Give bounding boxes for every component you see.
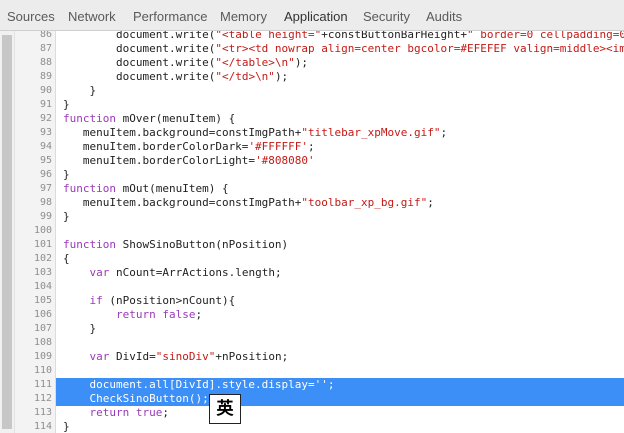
line-number: 95	[39, 155, 52, 166]
code-line[interactable]: 106 return false;	[0, 308, 624, 322]
code-text[interactable]: return true;	[56, 406, 624, 420]
code-line[interactable]: 101 function ShowSinoButton(nPosition)	[0, 238, 624, 252]
code-line[interactable]: 112 CheckSinoButton();	[0, 392, 624, 406]
code-line[interactable]: 97 function mOut(menuItem) {	[0, 182, 624, 196]
code-text[interactable]: ​	[56, 336, 624, 350]
code-text[interactable]: menuItem.borderColorDark='#FFFFFF';	[56, 140, 624, 154]
tab-network[interactable]: Network	[68, 0, 116, 31]
code-line[interactable]: 102 {	[0, 252, 624, 266]
line-number: 103	[33, 267, 52, 278]
code-text[interactable]: }	[56, 322, 624, 336]
line-number: 91	[39, 99, 52, 110]
code-line[interactable]: 105 if (nPosition>nCount){	[0, 294, 624, 308]
code-text[interactable]: function mOut(menuItem) {	[56, 182, 624, 196]
code-line[interactable]: 86 document.write("<table height="+const…	[0, 31, 624, 42]
code-line[interactable]: 111 document.all[DivId].style.display=''…	[0, 378, 624, 392]
line-number: 86	[39, 31, 52, 40]
code-line[interactable]: 103 var nCount=ArrActions.length;	[0, 266, 624, 280]
code-line[interactable]: 113 return true;	[0, 406, 624, 420]
code-text[interactable]: menuItem.background=constImgPath+"toolba…	[56, 196, 624, 210]
line-number: 110	[33, 365, 52, 376]
code-text[interactable]: document.all[DivId].style.display='';	[56, 378, 624, 392]
code-text[interactable]: if (nPosition>nCount){	[56, 294, 624, 308]
tab-application[interactable]: Application	[284, 0, 348, 31]
line-number: 101	[33, 239, 52, 250]
line-number: 111	[33, 379, 52, 390]
line-number: 88	[39, 57, 52, 68]
code-line[interactable]: 95 menuItem.borderColorLight='#808080'	[0, 154, 624, 168]
code-text[interactable]: var nCount=ArrActions.length;	[56, 266, 624, 280]
line-number: 92	[39, 113, 52, 124]
code-text[interactable]: }	[56, 210, 624, 224]
code-text[interactable]: menuItem.background=constImgPath+"titleb…	[56, 126, 624, 140]
code-text[interactable]: function mOver(menuItem) {	[56, 112, 624, 126]
line-number: 113	[33, 407, 52, 418]
code-line[interactable]: 110 ​	[0, 364, 624, 378]
code-text[interactable]: ​	[56, 364, 624, 378]
line-number: 104	[33, 281, 52, 292]
line-number: 90	[39, 85, 52, 96]
code-line[interactable]: 89 document.write("</td>\n");	[0, 70, 624, 84]
code-editor[interactable]: 86 document.write("<table height="+const…	[0, 31, 624, 433]
code-text[interactable]: return false;	[56, 308, 624, 322]
code-text[interactable]: document.write("</td>\n");	[56, 70, 624, 84]
code-text[interactable]: }	[56, 84, 624, 98]
code-text[interactable]: document.write("<table height="+constBut…	[56, 31, 624, 42]
code-text[interactable]: }	[56, 420, 624, 433]
code-text[interactable]: ​	[56, 224, 624, 238]
code-text[interactable]: ​	[56, 280, 624, 294]
code-line[interactable]: 100 ​	[0, 224, 624, 238]
code-line[interactable]: 99}	[0, 210, 624, 224]
line-number: 99	[39, 211, 52, 222]
line-number: 102	[33, 253, 52, 264]
line-number: 109	[33, 351, 52, 362]
tab-audits[interactable]: Audits	[426, 0, 462, 31]
tab-security[interactable]: Security	[363, 0, 410, 31]
line-number: 98	[39, 197, 52, 208]
code-text[interactable]: var DivId="sinoDiv"+nPosition;	[56, 350, 624, 364]
code-text[interactable]: }	[56, 168, 624, 182]
code-line[interactable]: 104 ​	[0, 280, 624, 294]
tab-performance[interactable]: Performance	[133, 0, 207, 31]
code-line[interactable]: 88 document.write("</table>\n");	[0, 56, 624, 70]
code-text[interactable]: {	[56, 252, 624, 266]
line-number: 89	[39, 71, 52, 82]
code-text[interactable]: document.write("</table>\n");	[56, 56, 624, 70]
code-text[interactable]: document.write("<tr><td nowrap align=cen…	[56, 42, 624, 56]
code-text[interactable]: menuItem.borderColorLight='#808080'	[56, 154, 624, 168]
ime-language-indicator[interactable]: 英	[209, 394, 241, 424]
line-number: 105	[33, 295, 52, 306]
code-line[interactable]: 114}	[0, 420, 624, 433]
code-line[interactable]: 98 menuItem.background=constImgPath+"too…	[0, 196, 624, 210]
line-number: 93	[39, 127, 52, 138]
code-line[interactable]: 96}	[0, 168, 624, 182]
code-line[interactable]: 90 }	[0, 84, 624, 98]
code-line[interactable]: 94 menuItem.borderColorDark='#FFFFFF';	[0, 140, 624, 154]
code-text[interactable]: }	[56, 98, 624, 112]
line-number: 87	[39, 43, 52, 54]
line-number: 108	[33, 337, 52, 348]
code-line[interactable]: 91}	[0, 98, 624, 112]
code-text[interactable]: CheckSinoButton();	[56, 392, 624, 406]
line-number: 112	[33, 393, 52, 404]
line-number: 94	[39, 141, 52, 152]
devtools-tab-bar: Sources Network Performance Memory Appli…	[0, 0, 624, 31]
line-number: 114	[33, 421, 52, 432]
line-number: 107	[33, 323, 52, 334]
code-line[interactable]: 92 function mOver(menuItem) {	[0, 112, 624, 126]
tab-memory[interactable]: Memory	[220, 0, 267, 31]
code-line[interactable]: 109 var DivId="sinoDiv"+nPosition;	[0, 350, 624, 364]
code-line[interactable]: 107 }	[0, 322, 624, 336]
line-number: 96	[39, 169, 52, 180]
code-line[interactable]: 87 document.write("<tr><td nowrap align=…	[0, 42, 624, 56]
line-number: 97	[39, 183, 52, 194]
tab-sources[interactable]: Sources	[7, 0, 55, 31]
line-number: 106	[33, 309, 52, 320]
code-text[interactable]: function ShowSinoButton(nPosition)	[56, 238, 624, 252]
code-line[interactable]: 93 menuItem.background=constImgPath+"tit…	[0, 126, 624, 140]
line-number: 100	[33, 225, 52, 236]
code-line[interactable]: 108 ​	[0, 336, 624, 350]
